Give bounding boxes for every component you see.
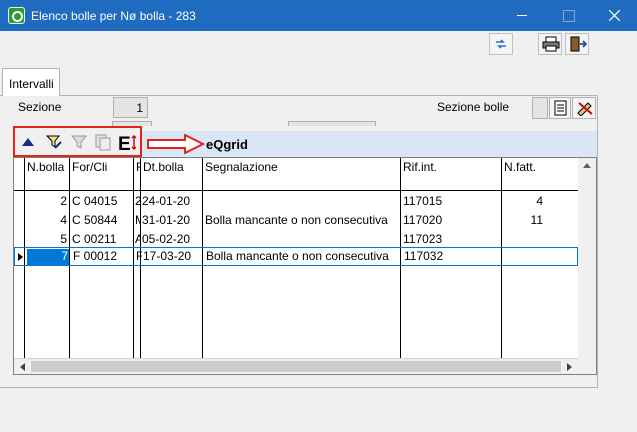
cell-n-fatt: 11	[530, 213, 543, 227]
scroll-left-icon[interactable]	[20, 363, 25, 371]
table-row[interactable]: 4 C 50844 M 31-01-20 Bolla mancante o no…	[14, 211, 578, 230]
table-row-selected[interactable]: 7 F 00012 F 17-03-20 Bolla mancante o no…	[14, 247, 578, 266]
cell-dt-bolla: 17-03-20	[143, 249, 192, 263]
close-icon	[609, 10, 620, 21]
sezione-bolle-label: Sezione bolle	[437, 100, 510, 114]
grid-annotation-label: eQgrid	[206, 137, 248, 152]
column-header-n-bolla[interactable]: N.bolla	[26, 158, 69, 191]
refresh-icon	[496, 39, 506, 49]
cell-n-fatt: 4	[536, 194, 543, 208]
sezione-bolle-lookup-button[interactable]	[549, 97, 571, 119]
annotation-arrow-icon	[147, 134, 205, 154]
sezione-bolle-field[interactable]	[532, 97, 548, 119]
cell-r: F	[136, 249, 142, 263]
column-header-n-fatt[interactable]: N.fatt.	[503, 158, 577, 191]
highlight-rectangle	[13, 126, 142, 157]
cell-r: M	[135, 213, 141, 227]
cell-n-bolla: 5	[60, 232, 67, 246]
exit-button[interactable]	[565, 33, 589, 55]
table-row[interactable]: 2 C 04015 2 24-01-20 117015 4	[14, 192, 578, 211]
edit-cancel-icon	[577, 102, 593, 116]
cell-n-bolla: 2	[60, 194, 67, 208]
cell-for-cli: F 00012	[73, 249, 118, 263]
scrollbar-thumb[interactable]	[31, 361, 561, 372]
app-icon	[8, 7, 25, 24]
column-header-rif-int[interactable]: Rif.int.	[402, 158, 500, 191]
cell-rif-int: 117020	[403, 213, 443, 227]
sezione-label: Sezione	[18, 100, 62, 114]
document-list-icon	[554, 100, 567, 116]
print-button[interactable]	[538, 33, 562, 55]
maximize-button[interactable]	[545, 0, 591, 31]
exit-door-icon	[570, 36, 587, 52]
title-bar: Elenco bolle per Nø bolla - 283	[0, 0, 637, 31]
cell-n-bolla: 4	[60, 213, 67, 227]
window-title: Elenco bolle per Nø bolla - 283	[31, 9, 196, 23]
column-header-segnalazione[interactable]: Segnalazione	[204, 158, 400, 191]
cell-for-cli: C 00211	[72, 232, 117, 246]
scroll-up-icon[interactable]	[583, 163, 591, 168]
cell-segnalazione: Bolla mancante o non consecutiva	[205, 213, 388, 227]
cell-dt-bolla: 31-01-20	[142, 213, 191, 227]
data-grid[interactable]: N.bolla For/Cli R Dt.bolla Segnalazione …	[13, 157, 597, 375]
current-row-indicator-icon	[18, 253, 23, 261]
tab-intervalli[interactable]: Intervalli	[2, 68, 60, 96]
cell-rif-int: 117015	[403, 194, 443, 208]
minimize-button[interactable]	[499, 0, 545, 31]
cell-segnalazione: Bolla mancante o non consecutiva	[206, 249, 389, 263]
cell-rif-int: 117023	[403, 232, 443, 246]
sezione-field[interactable]: 1	[113, 97, 148, 118]
close-button[interactable]	[591, 0, 637, 31]
cell-for-cli: C 04015	[72, 194, 118, 208]
scrollbar-corner	[578, 358, 596, 374]
cell-dt-bolla: 05-02-20	[142, 232, 191, 246]
vertical-scrollbar[interactable]	[578, 158, 596, 358]
refresh-button[interactable]	[489, 33, 513, 55]
column-header-dt-bolla[interactable]: Dt.bolla	[142, 158, 202, 191]
grid-header: N.bolla For/Cli R Dt.bolla Segnalazione …	[14, 158, 578, 191]
scroll-right-icon[interactable]	[567, 363, 572, 371]
tab-label: Intervalli	[9, 77, 54, 91]
cell-r: 2	[135, 194, 141, 208]
printer-icon	[542, 36, 560, 52]
cell-for-cli: C 50844	[72, 213, 118, 227]
cell-n-bolla[interactable]: 7	[27, 249, 69, 265]
cell-rif-int: 117032	[404, 249, 444, 263]
cell-dt-bolla: 24-01-20	[142, 194, 191, 208]
column-header-for-cli[interactable]: For/Cli	[71, 158, 133, 191]
cell-r: A	[135, 232, 141, 246]
sezione-bolle-clear-button[interactable]	[572, 97, 596, 119]
horizontal-scrollbar[interactable]	[14, 358, 578, 374]
